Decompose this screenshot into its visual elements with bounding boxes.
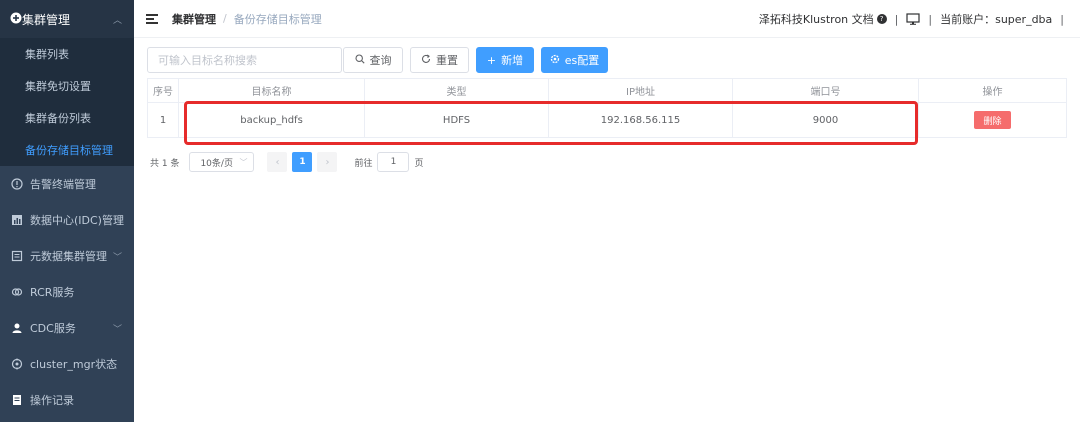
sidebar-item-label: 备份存储目标管理: [25, 144, 113, 157]
sidebar-item-label: 告警终端管理: [30, 178, 96, 191]
breadcrumb: 集群管理 / 备份存储目标管理: [172, 11, 322, 27]
record-icon: [10, 393, 24, 407]
chart-icon: [10, 213, 24, 227]
sidebar-item-label: 数据中心(IDC)管理: [30, 214, 124, 227]
main-content: 查询 重置 + 新增 es配置 序号 目标名称 类型 IP地址 端口号: [134, 38, 1080, 422]
prev-page-button[interactable]: ‹: [267, 152, 288, 172]
sidebar-item-label: 操作记录: [30, 394, 74, 407]
app-root: 集群管理 ︿ 集群列表 集群免切设置 集群备份列表 备份存储目标管理 告警终端管…: [0, 0, 1080, 422]
column-header: 目标名称: [179, 79, 365, 102]
hamburger-icon[interactable]: [146, 13, 158, 24]
sidebar-item-label: 元数据集群管理: [30, 250, 107, 263]
sidebar-item-label: 集群列表: [25, 48, 69, 61]
cell-port: 9000: [733, 103, 919, 137]
divider: |: [928, 12, 933, 26]
chevron-down-icon: ﹀: [112, 252, 122, 263]
header-right: 泽拓科技Klustron 文档 ? | | 当前账户：super_dba |: [759, 0, 1072, 38]
page-suffix-label: 页: [414, 158, 424, 169]
column-header: 类型: [365, 79, 549, 102]
cell-type: HDFS: [365, 103, 549, 137]
query-button[interactable]: 查询: [343, 47, 403, 73]
sidebar: 集群管理 ︿ 集群列表 集群免切设置 集群备份列表 备份存储目标管理 告警终端管…: [0, 0, 134, 422]
backup-target-table: 序号 目标名称 类型 IP地址 端口号 操作 1 backup_hdfs HDF…: [147, 78, 1067, 138]
plus-icon: +: [486, 53, 497, 67]
sidebar-item-backup-target[interactable]: 备份存储目标管理: [0, 134, 134, 166]
search-input[interactable]: [147, 47, 342, 73]
question-icon[interactable]: ?: [876, 14, 887, 24]
page-size-select[interactable]: 10条/页 ﹀: [189, 152, 255, 172]
breadcrumb-item-current: 备份存储目标管理: [233, 12, 322, 26]
sidebar-item-backup-list[interactable]: 集群备份列表: [0, 102, 134, 134]
es-config-button-label: es配置: [564, 54, 600, 67]
chevron-down-icon: ﹀: [239, 157, 248, 167]
es-config-button[interactable]: es配置: [541, 47, 608, 73]
sidebar-item-metadata[interactable]: 元数据集群管理 ﹀: [0, 238, 134, 274]
sidebar-item-failover-settings[interactable]: 集群免切设置: [0, 70, 134, 102]
goto-label: 前往: [354, 158, 373, 169]
reset-button-label: 重置: [436, 54, 458, 67]
column-header: 端口号: [733, 79, 919, 102]
sidebar-item-label: RCR服务: [30, 286, 75, 299]
column-header: 操作: [919, 79, 1067, 102]
page-jump: 前往 页: [354, 152, 423, 172]
chevron-down-icon: ﹀: [112, 216, 122, 227]
next-page-button[interactable]: ›: [317, 152, 338, 172]
sidebar-item-idc[interactable]: 数据中心(IDC)管理 ﹀: [0, 202, 134, 238]
sidebar-item-cluster-list[interactable]: 集群列表: [0, 38, 134, 70]
table-row: 1 backup_hdfs HDFS 192.168.56.115 9000 删…: [147, 103, 1067, 138]
search-icon: [354, 53, 365, 67]
cell-index: 1: [147, 103, 179, 137]
settings-icon: [10, 357, 24, 371]
breadcrumb-item[interactable]: 集群管理: [172, 11, 216, 27]
top-header: 集群管理 / 备份存储目标管理 泽拓科技Klustron 文档 ? | | 当前…: [134, 0, 1080, 38]
delete-button[interactable]: 删除: [974, 111, 1011, 129]
sidebar-item-alarm[interactable]: 告警终端管理: [0, 166, 134, 202]
sidebar-item-cluster-mgr[interactable]: cluster_mgr状态: [0, 346, 134, 382]
reset-button[interactable]: 重置: [410, 47, 469, 73]
user-icon: [10, 321, 24, 335]
sidebar-item-cdc[interactable]: CDC服务 ﹀: [0, 310, 134, 346]
cell-actions: 删除: [919, 103, 1067, 137]
sidebar-item-oplog[interactable]: 操作记录: [0, 382, 134, 418]
toolbar: 查询 重置 + 新增 es配置: [147, 47, 608, 73]
page-size-value: 10条/页: [200, 158, 233, 169]
sidebar-item-label: cluster_mgr状态: [30, 358, 118, 371]
column-header: 序号: [147, 79, 179, 102]
account-label[interactable]: 当前账户：super_dba: [940, 11, 1052, 27]
sidebar-item-label: 集群免切设置: [25, 80, 91, 93]
add-button[interactable]: + 新增: [476, 47, 534, 73]
sidebar-item-label: CDC服务: [30, 322, 76, 335]
cell-ip: 192.168.56.115: [549, 103, 733, 137]
breadcrumb-separator: /: [223, 12, 227, 25]
plus-circle-icon: [10, 12, 22, 27]
chevron-up-icon: ︿: [112, 15, 122, 26]
goto-page-input[interactable]: [377, 152, 410, 172]
chevron-down-icon: ﹀: [112, 324, 122, 335]
pagination: 共 1 条 10条/页 ﹀ ‹ 1 › 前往 页: [150, 152, 423, 172]
page-number-current[interactable]: 1: [292, 152, 313, 172]
info-icon: [10, 177, 24, 191]
gear-icon: [550, 54, 560, 67]
add-button-label: 新增: [501, 54, 524, 67]
sidebar-group-cluster[interactable]: 集群管理 ︿: [0, 0, 134, 38]
query-button-label: 查询: [369, 54, 392, 67]
docs-link[interactable]: 泽拓科技Klustron 文档: [759, 11, 874, 27]
refresh-icon: [421, 54, 431, 67]
sidebar-item-label: 集群备份列表: [25, 112, 91, 125]
link-icon: [10, 285, 24, 299]
sidebar-group-label: 集群管理: [22, 12, 71, 27]
sidebar-item-rcr[interactable]: RCR服务: [0, 274, 134, 310]
document-icon: [10, 249, 24, 263]
pagination-total: 共 1 条: [150, 158, 180, 169]
cell-name: backup_hdfs: [179, 103, 365, 137]
table-header-row: 序号 目标名称 类型 IP地址 端口号 操作: [147, 79, 1067, 103]
divider: |: [1060, 12, 1064, 26]
monitor-icon[interactable]: [906, 13, 920, 25]
column-header: IP地址: [549, 79, 733, 102]
divider: |: [894, 12, 899, 26]
sidebar-submenu: 集群列表 集群免切设置 集群备份列表 备份存储目标管理: [0, 38, 134, 166]
